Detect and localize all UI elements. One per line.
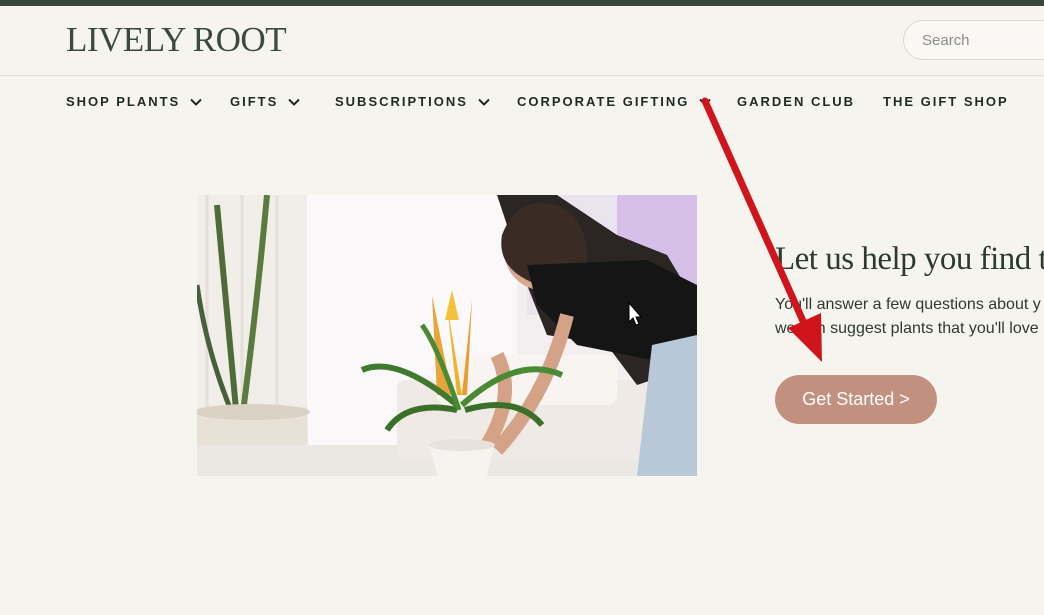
- nav-item-label: CORPORATE GIFTING: [517, 94, 690, 109]
- chevron-down-icon: [478, 98, 490, 106]
- nav-item-garden-club[interactable]: GARDEN CLUB: [737, 94, 855, 109]
- nav-item-label: GARDEN CLUB: [737, 94, 856, 109]
- chevron-down-icon: [288, 98, 300, 106]
- search-input[interactable]: [920, 31, 1044, 50]
- site-header: LIVELY ROOT: [0, 6, 1044, 76]
- nav-item-label: SHOP PLANTS: [66, 94, 181, 109]
- hero-description-line-2: we can suggest plants that you'll love: [775, 320, 1039, 337]
- chevron-down-icon: [190, 98, 202, 106]
- get-started-button[interactable]: Get Started >: [775, 375, 937, 424]
- nav-item-the-gift-shop[interactable]: THE GIFT SHOP: [883, 94, 1009, 109]
- nav-item-gifts[interactable]: GIFTS: [230, 94, 300, 109]
- nav-item-label: THE GIFT SHOP: [883, 94, 1009, 109]
- chevron-down-icon: [699, 98, 712, 106]
- nav-item-label: GIFTS: [230, 94, 279, 109]
- woman-with-plant-photo: [197, 195, 697, 476]
- nav-item-label: SUBSCRIPTIONS: [335, 94, 468, 109]
- hero-description-line-1: You'll answer a few questions about y: [775, 296, 1041, 313]
- hero-image: [197, 195, 697, 476]
- nav-item-corporate-gifting[interactable]: CORPORATE GIFTING: [517, 94, 712, 109]
- nav-item-shop-plants[interactable]: SHOP PLANTS: [66, 94, 202, 109]
- site-logo[interactable]: LIVELY ROOT: [66, 20, 287, 60]
- main-nav: SHOP PLANTS GIFTS SUBSCRIPTIONS CORPORAT…: [0, 76, 1044, 126]
- search-box[interactable]: [903, 20, 1044, 60]
- hero-description: You'll answer a few questions about y we…: [775, 293, 1041, 341]
- hero-headline: Let us help you find t: [775, 241, 1044, 277]
- nav-item-subscriptions[interactable]: SUBSCRIPTIONS: [335, 94, 490, 109]
